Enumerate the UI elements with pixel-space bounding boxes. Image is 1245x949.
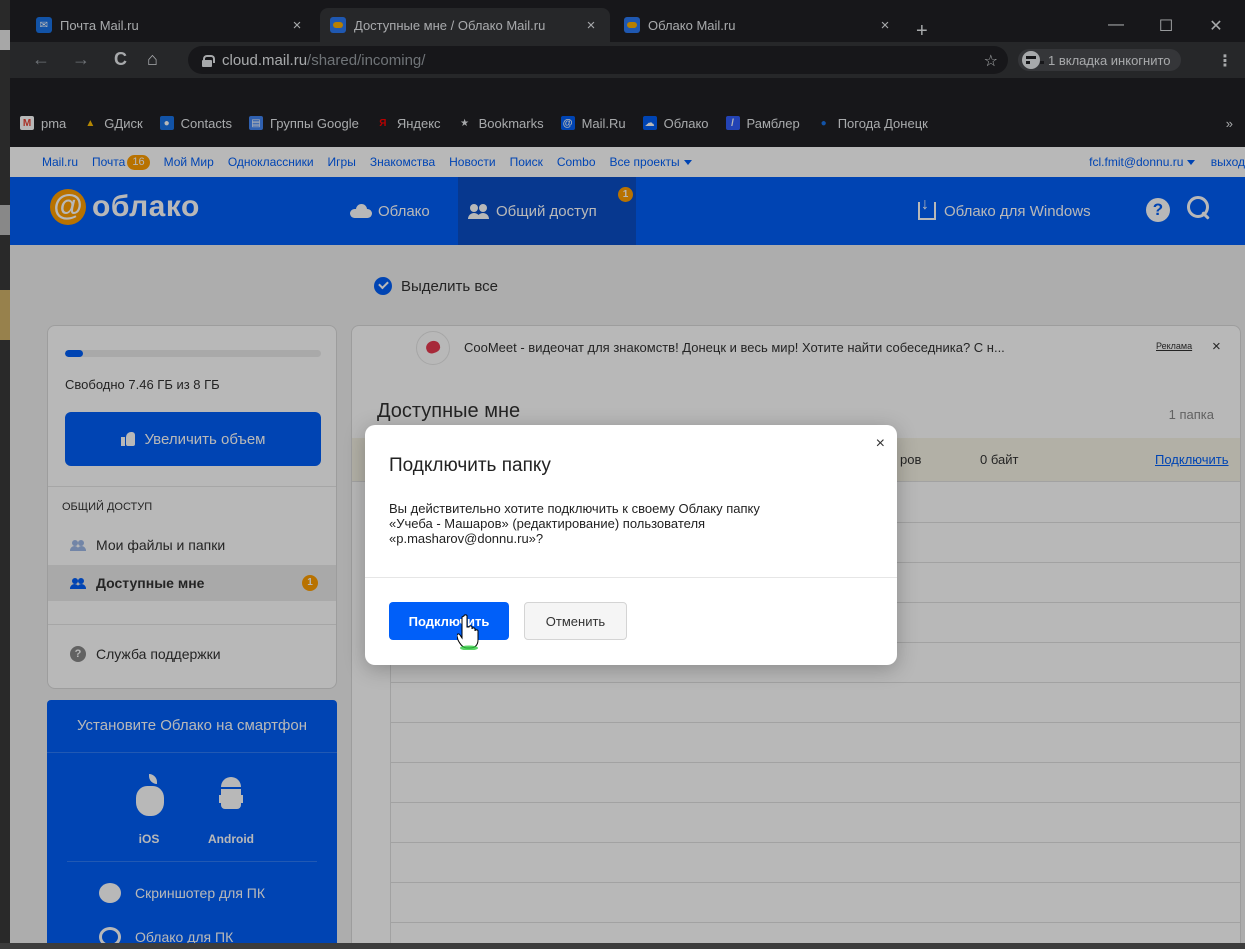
cancel-button[interactable]: Отменить	[524, 602, 627, 640]
dialog-message-line: «Учеба - Машаров» (редактирование) польз…	[389, 516, 706, 531]
connect-button[interactable]: Подключить	[389, 602, 509, 640]
hand-cursor-icon	[457, 614, 479, 650]
dialog-title: Подключить папку	[389, 455, 551, 476]
dialog-message-line: «p.masharov@donnu.ru»?	[389, 531, 544, 546]
dialog-message-line: Вы действительно хотите подключить к сво…	[389, 501, 760, 516]
connect-folder-dialog: Подключить папку × Вы действительно хоти…	[365, 425, 897, 665]
taskbar-edge	[0, 943, 1245, 949]
dialog-message: Вы действительно хотите подключить к сво…	[389, 501, 869, 546]
divider	[365, 577, 897, 578]
close-icon[interactable]: ×	[876, 435, 885, 453]
